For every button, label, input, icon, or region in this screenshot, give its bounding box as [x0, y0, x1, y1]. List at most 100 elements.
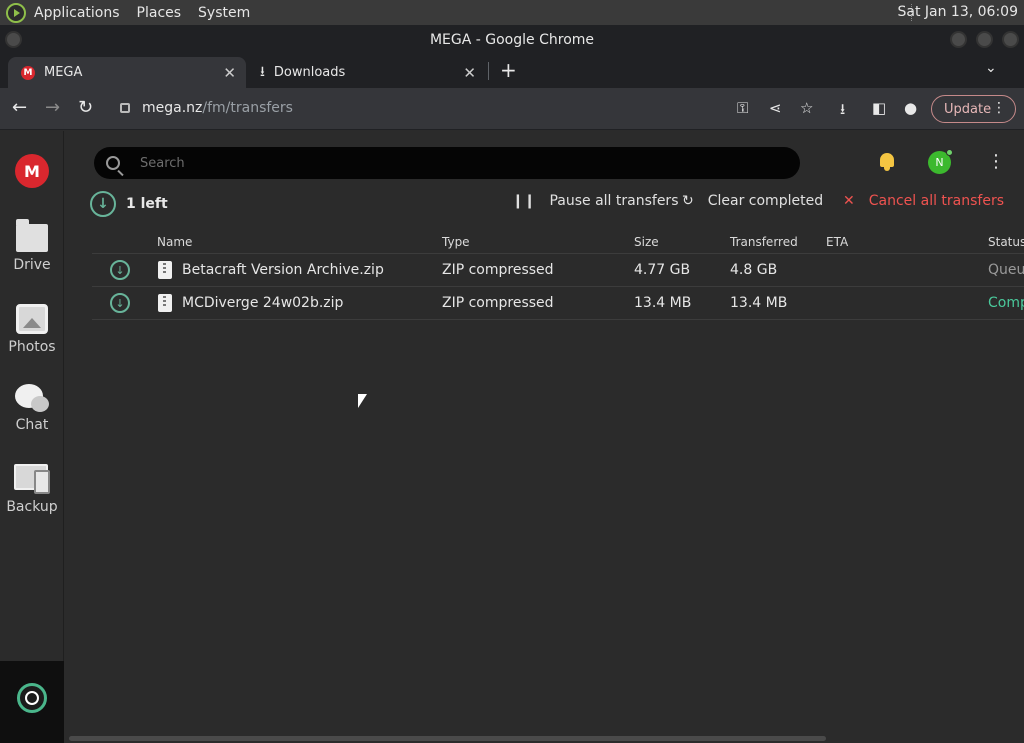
update-label: Update: [944, 101, 992, 117]
close-window-button[interactable]: [1002, 31, 1019, 48]
tab-divider: [488, 62, 489, 80]
cancel-all-label: Cancel all transfers: [868, 193, 1005, 209]
refresh-icon: ↻: [682, 193, 694, 209]
avatar[interactable]: N: [928, 149, 953, 174]
new-tab-icon[interactable]: +: [500, 58, 517, 82]
menu-applications[interactable]: Applications: [34, 5, 120, 21]
window-menu-button[interactable]: [5, 31, 22, 48]
avatar-initial: N: [935, 156, 944, 169]
file-transferred: 13.4 MB: [730, 295, 788, 311]
column-header-transferred[interactable]: Transferred: [730, 235, 798, 249]
url-path: /fm/transfers: [202, 100, 293, 116]
sidebar-item-backup[interactable]: Backup: [0, 464, 64, 515]
address-bar[interactable]: mega.nz/fm/transfers: [106, 93, 826, 123]
transfer-progress-icon[interactable]: [17, 683, 47, 713]
table-row[interactable]: ↓ MCDiverge 24w02b.zip ZIP compressed 13…: [92, 287, 1024, 320]
download-arrow-icon: ↓: [110, 293, 130, 313]
transfers-left-label: 1 left: [126, 196, 168, 212]
menu-places[interactable]: Places: [137, 5, 182, 21]
menu-system[interactable]: System: [198, 5, 250, 21]
browser-toolbar: ← → ↻ mega.nz/fm/transfers ⚿ ⋖ ☆ ⭳ ◧ ● U…: [0, 88, 1024, 130]
minimize-button[interactable]: [950, 31, 967, 48]
online-status-dot: [946, 149, 953, 156]
column-header-status[interactable]: Status: [988, 235, 1024, 249]
mouse-cursor-icon: [358, 394, 367, 408]
update-button[interactable]: Update ⋮: [931, 95, 1016, 123]
window-title: MEGA - Google Chrome: [429, 31, 595, 48]
chevron-down-icon[interactable]: ⌄: [985, 60, 997, 76]
notification-bell-icon[interactable]: [878, 153, 896, 171]
sidebar-item-label: Drive: [13, 257, 51, 273]
url-host: mega.nz: [142, 100, 203, 116]
tab-label: Downloads: [273, 65, 346, 80]
transfers-page: N ⋮ ↓ 1 left ❙❙ Pause all transfers ↻ Cl…: [65, 131, 1024, 743]
clear-completed-label: Clear completed: [707, 193, 824, 209]
status-badge: Queue: [988, 262, 1024, 278]
mega-favicon-icon: M: [21, 65, 35, 80]
column-header-eta[interactable]: ETA: [826, 235, 848, 249]
sidebar-item-photos[interactable]: Photos: [0, 304, 64, 355]
zip-file-icon: [158, 294, 172, 312]
bookmark-star-icon[interactable]: ☆: [800, 99, 813, 117]
search-icon: [106, 156, 120, 170]
lock-icon[interactable]: [120, 103, 130, 113]
downloads-icon[interactable]: ⭳: [840, 99, 845, 124]
close-tab-icon[interactable]: ✕: [223, 64, 236, 82]
download-arrow-icon: ↓: [90, 191, 116, 217]
search-bar[interactable]: [94, 147, 800, 179]
backup-icon: [14, 464, 50, 494]
forward-arrow-icon[interactable]: →: [45, 97, 60, 118]
table-row[interactable]: ↓ Betacraft Version Archive.zip ZIP comp…: [92, 254, 1024, 287]
pause-all-label: Pause all transfers: [549, 193, 679, 209]
chat-icon: [15, 384, 49, 412]
close-tab-icon[interactable]: ✕: [463, 64, 476, 82]
mega-logo-icon[interactable]: M: [15, 154, 49, 188]
maximize-button[interactable]: [976, 31, 993, 48]
profile-icon[interactable]: ●: [904, 99, 917, 117]
mega-sidebar: M Drive Photos Chat Backup: [0, 131, 64, 743]
status-badge: Comp: [988, 295, 1024, 311]
transfers-left-indicator: ↓ 1 left: [90, 191, 168, 217]
file-type: ZIP compressed: [442, 262, 554, 278]
cancel-all-transfers-button[interactable]: ✕ Cancel all transfers: [843, 193, 1004, 209]
file-size: 4.77 GB: [634, 262, 691, 278]
clock[interactable]: Sat Jan 13, 06:09: [898, 4, 1019, 20]
share-icon[interactable]: ⋖: [769, 99, 782, 117]
key-icon[interactable]: ⚿: [737, 99, 748, 117]
back-arrow-icon[interactable]: ←: [12, 97, 27, 118]
tab-downloads[interactable]: ⭳ Downloads ✕: [250, 57, 486, 88]
column-header-name[interactable]: Name: [157, 235, 192, 249]
sidebar-transfers-area: [0, 661, 64, 743]
search-input[interactable]: [140, 155, 740, 171]
close-icon: ✕: [843, 193, 855, 209]
file-size: 13.4 MB: [634, 295, 692, 311]
sidebar-item-drive[interactable]: Drive: [0, 219, 64, 273]
sidebar-item-label: Backup: [6, 499, 58, 515]
column-header-size[interactable]: Size: [634, 235, 659, 249]
sidebar-item-label: Chat: [15, 417, 49, 433]
sidebar-item-label: Photos: [8, 339, 56, 355]
sidebar-item-chat[interactable]: Chat: [0, 384, 64, 433]
pause-all-transfers-button[interactable]: ❙❙ Pause all transfers: [512, 193, 678, 209]
reload-icon[interactable]: ↻: [78, 97, 93, 118]
file-name: Betacraft Version Archive.zip: [182, 262, 384, 278]
tab-mega[interactable]: M MEGA ✕: [8, 57, 246, 88]
tab-label: MEGA: [44, 65, 83, 80]
clear-completed-button[interactable]: ↻ Clear completed: [682, 193, 823, 209]
download-icon: ⭳: [260, 63, 265, 80]
file-type: ZIP compressed: [442, 295, 554, 311]
folder-icon: [16, 219, 48, 252]
more-vert-icon[interactable]: ⋮: [992, 100, 1006, 116]
column-header-type[interactable]: Type: [442, 235, 470, 249]
zip-file-icon: [158, 261, 172, 279]
download-arrow-icon: ↓: [110, 260, 130, 280]
side-panel-icon[interactable]: ◧: [872, 99, 886, 117]
photo-icon: [16, 304, 48, 334]
pause-icon: ❙❙: [512, 193, 536, 209]
os-top-panel: Applications Places System Sat Jan 13, 0…: [0, 0, 1024, 25]
system-logo-icon[interactable]: [6, 2, 26, 23]
file-name: MCDiverge 24w02b.zip: [182, 295, 344, 311]
window-titlebar: MEGA - Google Chrome: [0, 25, 1024, 54]
horizontal-scrollbar[interactable]: [69, 736, 826, 741]
more-vert-icon[interactable]: ⋮: [987, 151, 1005, 172]
